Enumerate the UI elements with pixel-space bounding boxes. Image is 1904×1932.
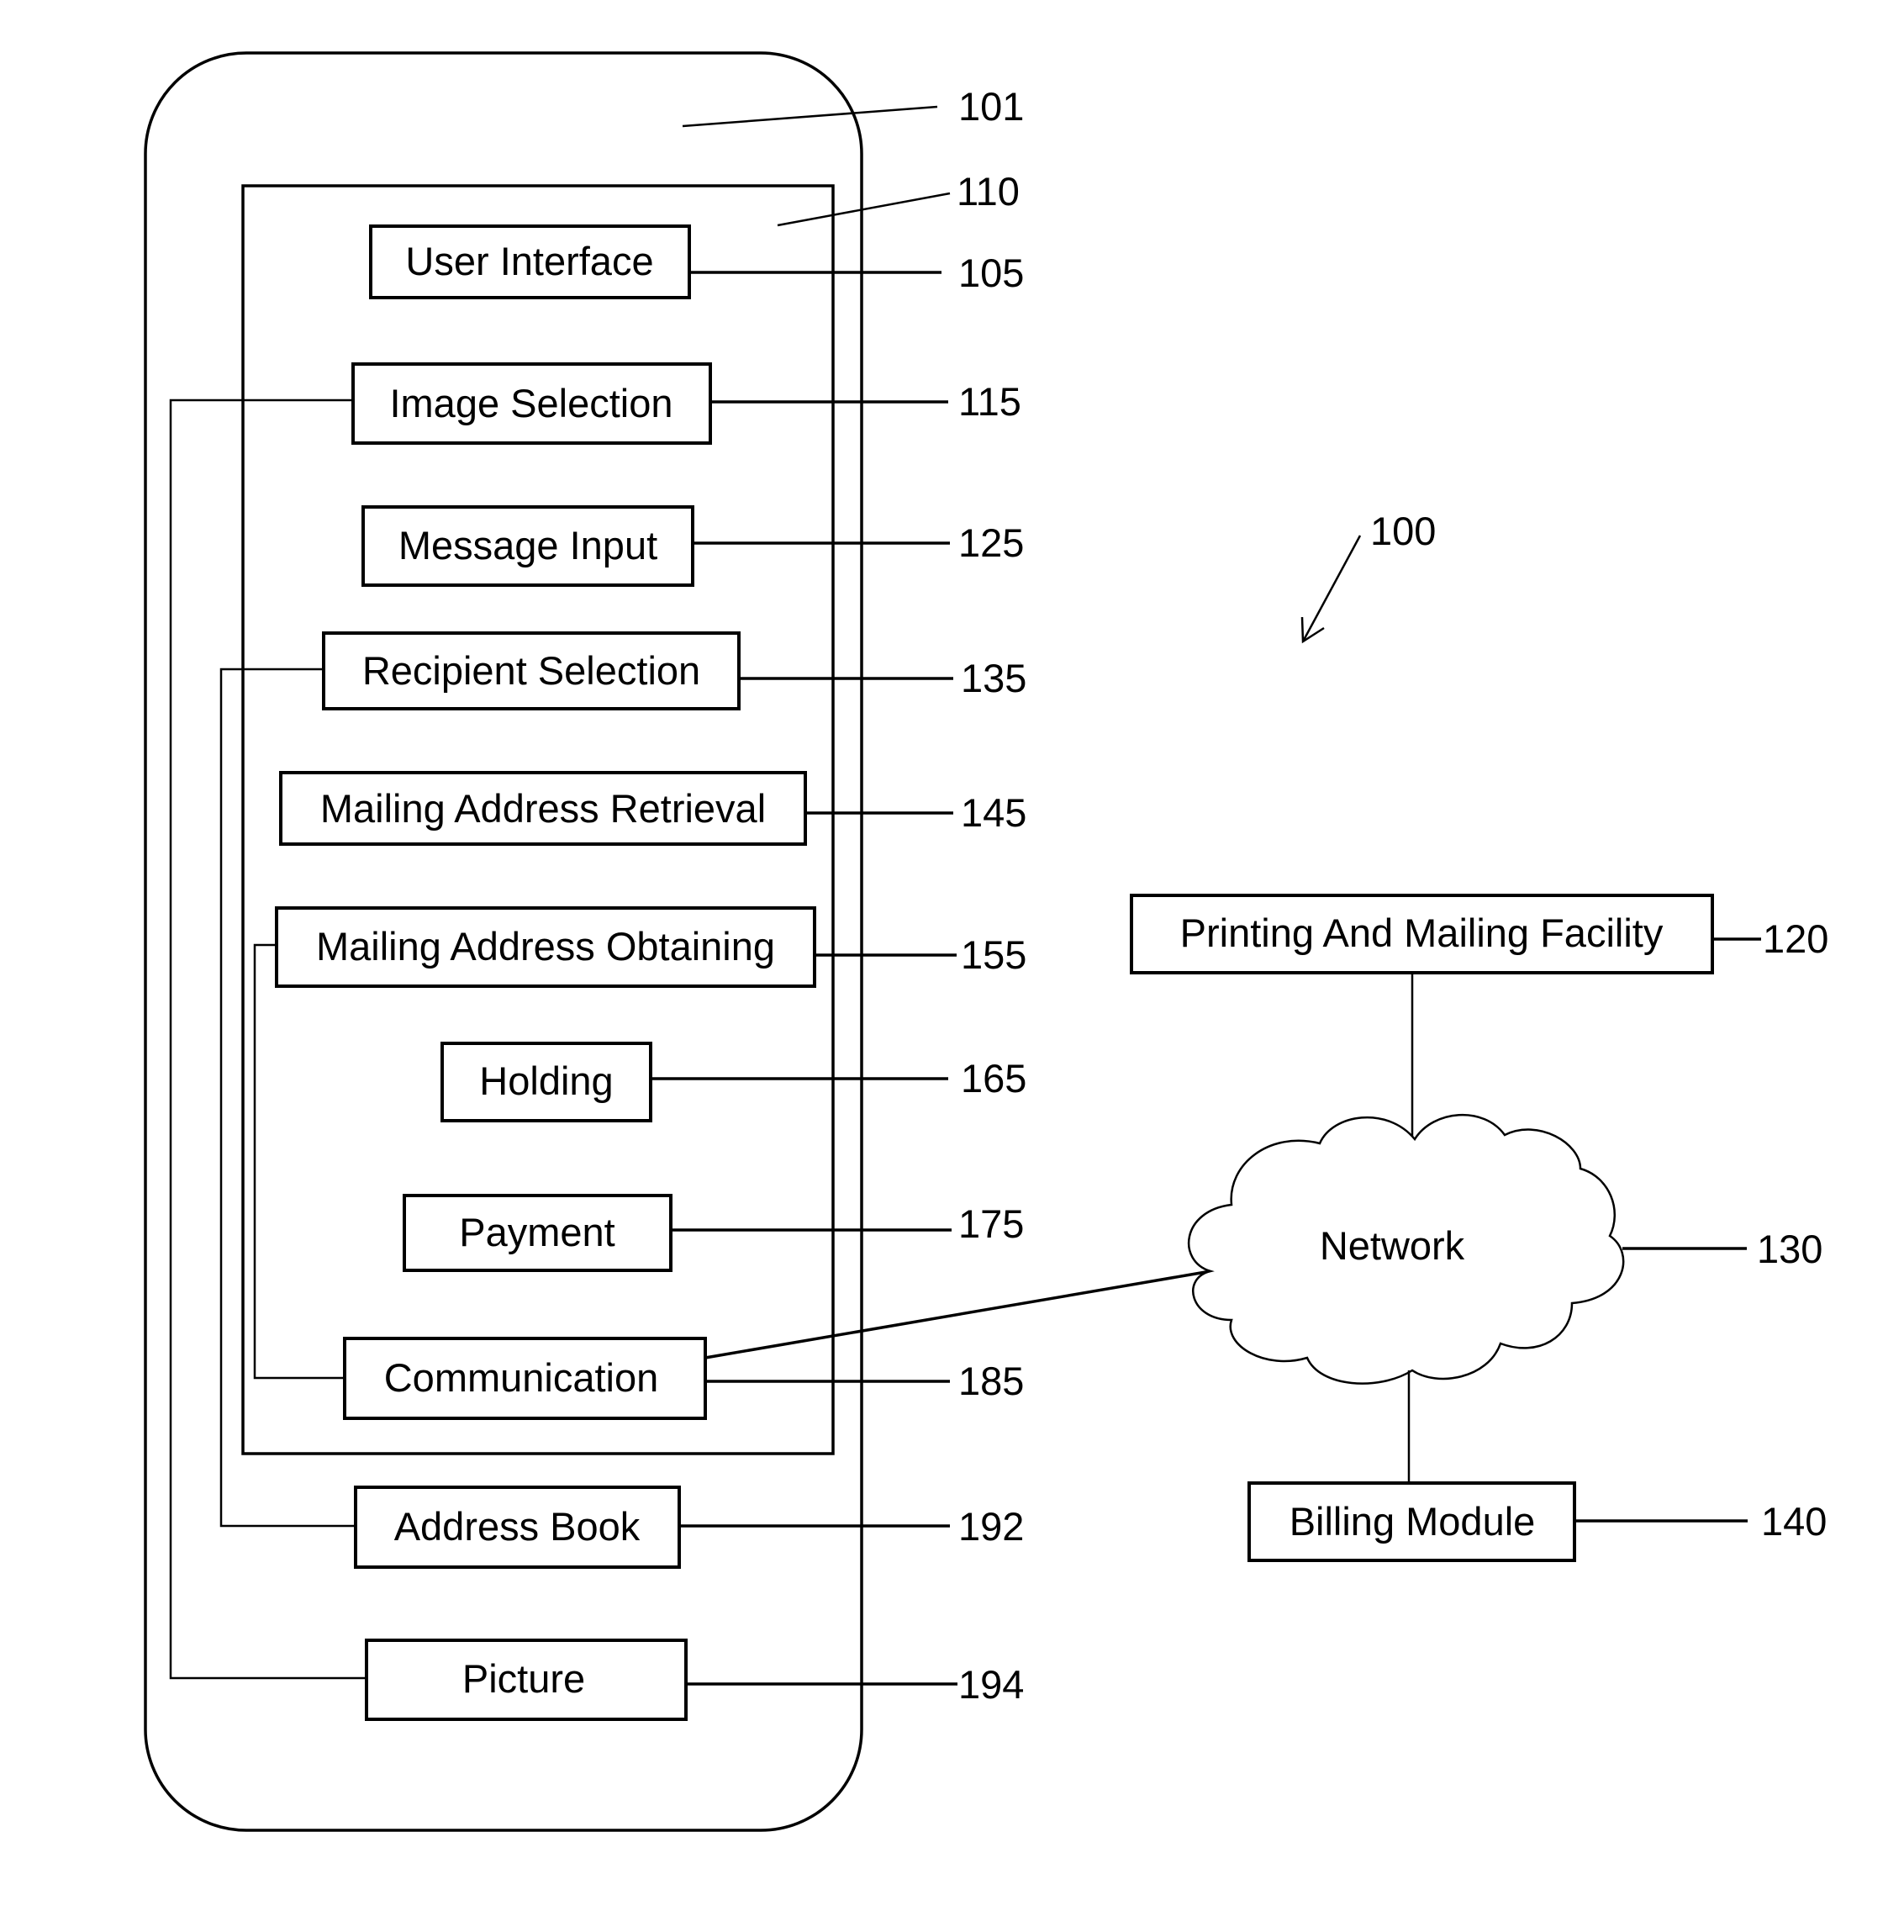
module-message-input[interactable]: Message Input <box>361 505 694 587</box>
module-mailing-address-obtaining[interactable]: Mailing Address Obtaining <box>275 906 816 988</box>
module-label: Holding <box>479 1058 613 1103</box>
module-label: Mailing Address Obtaining <box>316 924 775 969</box>
link-communication-network <box>704 1270 1211 1359</box>
data-address-book[interactable]: Address Book <box>354 1486 681 1569</box>
data-picture[interactable]: Picture <box>365 1639 688 1721</box>
leader-101 <box>682 105 938 128</box>
ref-115: 115 <box>958 379 1021 424</box>
module-label: Message Input <box>398 523 657 567</box>
module-label: Mailing Address Retrieval <box>320 786 766 831</box>
ref-100-arrow <box>1300 535 1362 644</box>
module-mailing-address-retrieval[interactable]: Mailing Address Retrieval <box>279 771 807 846</box>
connector-obtaining-communication <box>253 943 345 1380</box>
ref-155: 155 <box>961 932 1026 977</box>
ref-110: 110 <box>957 169 1020 214</box>
network-cloud[interactable]: Network <box>1188 1113 1625 1385</box>
ref-120: 120 <box>1763 916 1828 961</box>
module-recipient-selection[interactable]: Recipient Selection <box>322 631 741 710</box>
billing-label: Billing Module <box>1290 1499 1536 1544</box>
module-label: Payment <box>459 1210 614 1254</box>
ref-185: 185 <box>958 1359 1024 1403</box>
ref-100: 100 <box>1370 509 1436 553</box>
billing-module[interactable]: Billing Module <box>1247 1481 1576 1562</box>
module-communication[interactable]: Communication <box>343 1337 707 1420</box>
module-label: User Interface <box>405 239 653 283</box>
module-label: Communication <box>384 1355 659 1400</box>
data-label: Picture <box>462 1656 585 1701</box>
data-label: Address Book <box>394 1504 641 1549</box>
ref-125: 125 <box>958 520 1024 565</box>
module-user-interface[interactable]: User Interface <box>369 224 691 299</box>
ref-165: 165 <box>961 1056 1026 1101</box>
module-label: Recipient Selection <box>362 648 700 693</box>
ref-130: 130 <box>1757 1227 1822 1271</box>
module-holding[interactable]: Holding <box>440 1042 652 1122</box>
ref-101: 101 <box>958 84 1024 129</box>
ref-140: 140 <box>1761 1499 1827 1544</box>
facility-label: Printing And Mailing Facility <box>1180 911 1664 955</box>
ref-135: 135 <box>961 656 1026 700</box>
ref-194: 194 <box>958 1662 1024 1707</box>
ref-175: 175 <box>958 1201 1024 1246</box>
leader-110 <box>777 192 951 227</box>
system-diagram: 101 110 User Interface 105 Image Selecti… <box>144 51 1828 1832</box>
module-payment[interactable]: Payment <box>403 1194 672 1272</box>
module-image-selection[interactable]: Image Selection <box>351 362 712 445</box>
ref-145: 145 <box>961 790 1026 835</box>
printing-mailing-facility[interactable]: Printing And Mailing Facility <box>1130 894 1714 974</box>
module-label: Image Selection <box>389 381 672 425</box>
connector-image-picture <box>169 399 367 1680</box>
ref-192: 192 <box>958 1504 1024 1549</box>
ref-105: 105 <box>958 251 1024 295</box>
network-label: Network <box>1320 1223 1465 1268</box>
